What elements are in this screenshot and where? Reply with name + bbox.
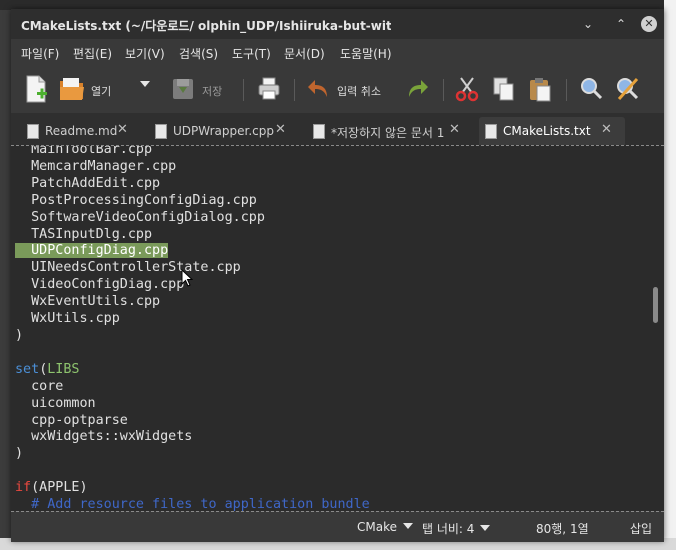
tab-width-label: 탭 너비: 4 [422, 522, 475, 536]
code-line: TASInputDlg.cpp [31, 226, 153, 242]
undo-label[interactable]: 입력 취소 [337, 83, 381, 99]
cursor-position: 80행, 1열 [536, 522, 589, 536]
close-tab-icon[interactable]: ✕ [601, 122, 612, 137]
document-icon [27, 124, 39, 139]
copy-icon[interactable] [492, 75, 516, 103]
paste-icon[interactable] [528, 75, 552, 103]
vertical-scrollbar[interactable] [653, 159, 658, 519]
code-line: WxUtils.cpp [31, 311, 120, 327]
code-line: UINeedsControllerState.cpp [31, 260, 241, 276]
language-label: CMake [357, 520, 397, 534]
toolbar: 열기 저장 입력 취소 [11, 65, 664, 113]
cut-icon[interactable] [455, 75, 479, 103]
status-bar: CMake 탭 너비: 4 80행, 1열 삽입 [11, 511, 664, 542]
close-tab-icon[interactable]: ✕ [117, 122, 128, 137]
toolbar-separator [243, 79, 244, 101]
menu-view[interactable]: 보기(V) [125, 45, 165, 62]
scrollbar-thumb[interactable] [653, 287, 658, 323]
tab-width-selector[interactable]: 탭 너비: 4 [422, 520, 491, 537]
tab-bar: Readme.md ✕ UDPWrapper.cpp ✕ *저장하지 않은 문서… [11, 113, 664, 145]
toolbar-separator [443, 79, 444, 101]
title-bar[interactable]: CMakeLists.txt (~/다운로드/ olphin_UDP/Ishii… [11, 9, 664, 39]
tab-cmakelists[interactable]: CMakeLists.txt ✕ [479, 117, 625, 145]
document-icon [485, 124, 497, 139]
code-line: cpp-optparse [31, 412, 128, 428]
code-line: MemcardManager.cpp [31, 158, 177, 174]
menu-edit[interactable]: 편집(E) [73, 45, 112, 62]
document-icon [155, 124, 167, 139]
menu-documents[interactable]: 문서(D) [284, 45, 325, 62]
search-icon[interactable] [579, 75, 603, 103]
code-line: SoftwareVideoConfigDialog.cpp [31, 209, 265, 225]
open-folder-icon[interactable] [59, 75, 85, 103]
close-icon[interactable]: ✕ [641, 16, 657, 32]
menu-tools[interactable]: 도구(T) [232, 45, 271, 62]
toolbar-separator [566, 79, 567, 101]
code-line: PostProcessingConfigDiag.cpp [31, 192, 257, 208]
insert-mode: 삽입 [630, 522, 653, 536]
code-line: core [31, 378, 64, 394]
desktop-background-right [664, 0, 676, 550]
code-line: PatchAddEdit.cpp [31, 175, 161, 191]
mouse-cursor-icon [181, 269, 194, 287]
tab-udpwrapper[interactable]: UDPWrapper.cpp ✕ [149, 117, 299, 145]
code-line: ) [15, 327, 24, 343]
language-selector[interactable]: CMake [357, 520, 413, 534]
code-comment: # Add resource files to application bund… [31, 497, 370, 513]
tab-unsaved-document[interactable]: *저장하지 않은 문서 1 ✕ [307, 117, 473, 145]
menu-bar: 파일(F) 편집(E) 보기(V) 검색(S) 도구(T) 문서(D) 도움말(… [11, 39, 664, 65]
find-replace-icon[interactable] [615, 75, 641, 103]
menu-search[interactable]: 검색(S) [179, 45, 218, 62]
chevron-down-icon [480, 525, 491, 531]
code-line: MainToolBar.cpp [31, 145, 153, 157]
save-label[interactable]: 저장 [202, 83, 222, 99]
undo-icon[interactable] [307, 75, 331, 103]
open-label[interactable]: 열기 [91, 83, 111, 99]
text-editor-window: CMakeLists.txt (~/다운로드/ olphin_UDP/Ishii… [11, 9, 664, 542]
code-line: ) [15, 446, 24, 462]
chevron-down-icon [403, 523, 413, 529]
document-icon [313, 124, 325, 139]
tab-label: Readme.md [45, 124, 118, 138]
print-icon[interactable] [257, 75, 281, 103]
code-line: wxWidgets::wxWidgets [31, 429, 193, 445]
close-tab-icon[interactable]: ✕ [275, 122, 286, 137]
highlighted-code-line: UDPConfigDiag.cpp [31, 243, 169, 259]
code-text: MainToolBar.cpp MemcardManager.cpp Patch… [15, 145, 370, 514]
redo-icon[interactable] [405, 75, 429, 103]
tab-label: *저장하지 않은 문서 1 [331, 126, 445, 140]
close-tab-icon[interactable]: ✕ [449, 122, 460, 137]
save-icon[interactable] [171, 75, 195, 103]
code-line: VideoConfigDiag.cpp [31, 277, 185, 293]
window-title: CMakeLists.txt (~/다운로드/ olphin_UDP/Ishii… [21, 19, 391, 33]
toolbar-separator [294, 79, 295, 101]
code-line: WxEventUtils.cpp [31, 294, 161, 310]
menu-file[interactable]: 파일(F) [21, 45, 59, 62]
menu-help[interactable]: 도움말(H) [340, 45, 392, 62]
tab-readme[interactable]: Readme.md ✕ [21, 117, 139, 145]
open-dropdown-icon[interactable] [140, 79, 150, 92]
code-editor[interactable]: MainToolBar.cpp MemcardManager.cpp Patch… [11, 145, 664, 519]
new-document-icon[interactable] [25, 75, 47, 103]
code-line: uicommon [31, 395, 96, 411]
maximize-icon[interactable]: ⌃ [612, 15, 630, 33]
tab-label: UDPWrapper.cpp [173, 124, 274, 138]
tab-label: CMakeLists.txt [503, 124, 591, 138]
minimize-icon[interactable]: ⌄ [579, 15, 597, 33]
